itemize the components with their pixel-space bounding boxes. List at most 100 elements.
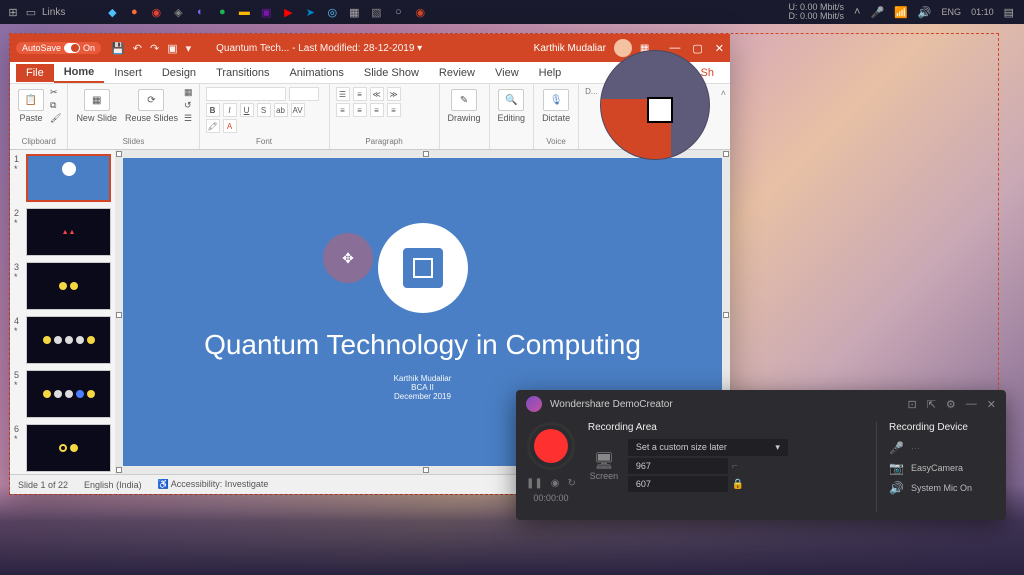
menu-view[interactable]: View bbox=[485, 64, 529, 82]
dc-settings-icon[interactable]: ⚙ bbox=[946, 398, 956, 411]
volume-icon[interactable]: 🔊 bbox=[918, 6, 932, 19]
app-icon[interactable]: ◎ bbox=[325, 5, 339, 19]
maximize-button[interactable]: ▢ bbox=[692, 42, 702, 55]
dc-close-button[interactable]: ✕ bbox=[987, 398, 996, 411]
align-center-button[interactable]: ≡ bbox=[353, 103, 367, 117]
editing-button[interactable]: 🔍Editing bbox=[496, 87, 528, 125]
new-slide-button[interactable]: ▦New Slide bbox=[74, 87, 119, 125]
stop-icon[interactable]: ◉ bbox=[551, 478, 560, 489]
strike-button[interactable]: S bbox=[257, 103, 271, 117]
app-icon[interactable]: ◆ bbox=[105, 5, 119, 19]
size-dropdown[interactable]: Set a custom size later▾ bbox=[628, 439, 788, 456]
record-button[interactable] bbox=[527, 422, 575, 470]
avatar[interactable] bbox=[614, 39, 632, 57]
format-painter-icon[interactable]: 🖌 bbox=[50, 113, 61, 124]
menu-slideshow[interactable]: Slide Show bbox=[354, 64, 429, 82]
menu-insert[interactable]: Insert bbox=[104, 64, 152, 82]
dc-title-bar[interactable]: Wondershare DemoCreator ⊡ ⇱ ⚙ — ✕ bbox=[516, 390, 1006, 418]
up-icon[interactable]: ˄ bbox=[854, 6, 860, 18]
screen-source-button[interactable]: 🖥 Screen bbox=[588, 451, 620, 481]
menu-animations[interactable]: Animations bbox=[279, 64, 353, 82]
more-icon[interactable]: ▾ bbox=[186, 42, 192, 55]
chrome-icon[interactable]: ◉ bbox=[149, 5, 163, 19]
language-indicator[interactable]: ENG bbox=[942, 7, 962, 17]
drawing-button[interactable]: ✎Drawing bbox=[446, 87, 483, 125]
spotify-icon[interactable]: ● bbox=[215, 5, 229, 19]
close-button[interactable]: ✕ bbox=[715, 42, 724, 55]
thumbnail-4[interactable] bbox=[26, 316, 111, 364]
system-audio-row[interactable]: 🔊System Mic On bbox=[889, 481, 996, 495]
onenote-icon[interactable]: ▣ bbox=[259, 5, 273, 19]
collapse-ribbon-icon[interactable]: ˄ bbox=[717, 84, 730, 149]
thumbnail-5[interactable] bbox=[26, 370, 111, 418]
pause-icon[interactable]: ❚❚ bbox=[526, 478, 543, 489]
dictate-button[interactable]: 🎙Dictate bbox=[540, 87, 572, 125]
dc-pin-icon[interactable]: ⊡ bbox=[907, 398, 916, 411]
highlight-button[interactable]: 🖍 bbox=[206, 119, 220, 133]
app-icon[interactable]: ▦ bbox=[347, 5, 361, 19]
reuse-slides-button[interactable]: ⟳Reuse Slides bbox=[123, 87, 180, 125]
clock[interactable]: 01:10 bbox=[971, 7, 994, 17]
spacing-button[interactable]: AV bbox=[291, 103, 305, 117]
slideshow-icon[interactable]: ▣ bbox=[167, 42, 177, 55]
notification-icon[interactable]: ▤ bbox=[1004, 6, 1014, 19]
app-icon[interactable]: ○ bbox=[391, 5, 405, 19]
font-selector[interactable] bbox=[206, 87, 286, 101]
width-input[interactable]: 967 bbox=[628, 458, 728, 474]
app-icon[interactable]: ◐ bbox=[193, 5, 207, 19]
indent-inc-button[interactable]: ≫ bbox=[387, 87, 401, 101]
layout-icon[interactable]: ▦ bbox=[184, 87, 193, 98]
powerpoint-icon[interactable]: ◉ bbox=[413, 5, 427, 19]
thumbnail-1[interactable] bbox=[26, 154, 111, 202]
camera-device-row[interactable]: 📷EasyCamera bbox=[889, 461, 996, 475]
height-input[interactable]: 607 bbox=[628, 476, 728, 492]
shadow-button[interactable]: ab bbox=[274, 103, 288, 117]
start-icon[interactable]: ⊞ bbox=[6, 5, 20, 19]
slide-counter[interactable]: Slide 1 of 22 bbox=[18, 480, 68, 490]
font-size[interactable] bbox=[289, 87, 319, 101]
save-icon[interactable]: 💾 bbox=[111, 42, 125, 55]
font-color-button[interactable]: A bbox=[223, 119, 237, 133]
task-view-icon[interactable]: ▭ bbox=[24, 5, 38, 19]
align-left-button[interactable]: ≡ bbox=[336, 103, 350, 117]
explorer-icon[interactable]: ▬ bbox=[237, 5, 251, 19]
menu-design[interactable]: Design bbox=[152, 64, 206, 82]
dc-popout-icon[interactable]: ⇱ bbox=[927, 398, 936, 411]
taskbar-links-label[interactable]: Links bbox=[42, 7, 65, 18]
thumbnail-2[interactable]: ▲▲ bbox=[26, 208, 111, 256]
mic-device-row[interactable]: 🎤··· bbox=[889, 441, 996, 455]
paste-button[interactable]: 📋Paste bbox=[16, 87, 46, 125]
italic-button[interactable]: I bbox=[223, 103, 237, 117]
language-status[interactable]: English (India) bbox=[84, 480, 142, 490]
menu-review[interactable]: Review bbox=[429, 64, 485, 82]
restart-icon[interactable]: ↻ bbox=[568, 478, 576, 489]
cut-icon[interactable]: ✂ bbox=[50, 87, 61, 98]
mic-icon[interactable]: 🎤 bbox=[870, 6, 884, 19]
menu-help[interactable]: Help bbox=[529, 64, 572, 82]
redo-icon[interactable]: ↷ bbox=[150, 42, 159, 55]
menu-transitions[interactable]: Transitions bbox=[206, 64, 279, 82]
copy-icon[interactable]: ⧉ bbox=[50, 100, 61, 111]
menu-file[interactable]: File bbox=[16, 64, 54, 82]
wifi-icon[interactable]: 📶 bbox=[894, 6, 908, 19]
bullets-button[interactable]: ☰ bbox=[336, 87, 350, 101]
menu-home[interactable]: Home bbox=[54, 63, 105, 83]
app-icon[interactable]: ◈ bbox=[171, 5, 185, 19]
youtube-icon[interactable]: ▶ bbox=[281, 5, 295, 19]
section-icon[interactable]: ☰ bbox=[184, 113, 193, 124]
thumbnail-3[interactable] bbox=[26, 262, 111, 310]
app-icon[interactable]: ▧ bbox=[369, 5, 383, 19]
thumbnail-6[interactable] bbox=[26, 424, 111, 472]
justify-button[interactable]: ≡ bbox=[387, 103, 401, 117]
undo-icon[interactable]: ↶ bbox=[133, 42, 142, 55]
accessibility-status[interactable]: ♿ Accessibility: Investigate bbox=[158, 479, 269, 490]
app-icon[interactable]: ● bbox=[127, 5, 141, 19]
dc-minimize-button[interactable]: — bbox=[966, 398, 977, 411]
numbering-button[interactable]: ≡ bbox=[353, 87, 367, 101]
telegram-icon[interactable]: ➤ bbox=[303, 5, 317, 19]
align-right-button[interactable]: ≡ bbox=[370, 103, 384, 117]
autosave-toggle[interactable]: AutoSave On bbox=[16, 42, 101, 54]
bold-button[interactable]: B bbox=[206, 103, 220, 117]
reset-icon[interactable]: ↺ bbox=[184, 100, 193, 111]
user-name[interactable]: Karthik Mudaliar bbox=[534, 43, 606, 54]
